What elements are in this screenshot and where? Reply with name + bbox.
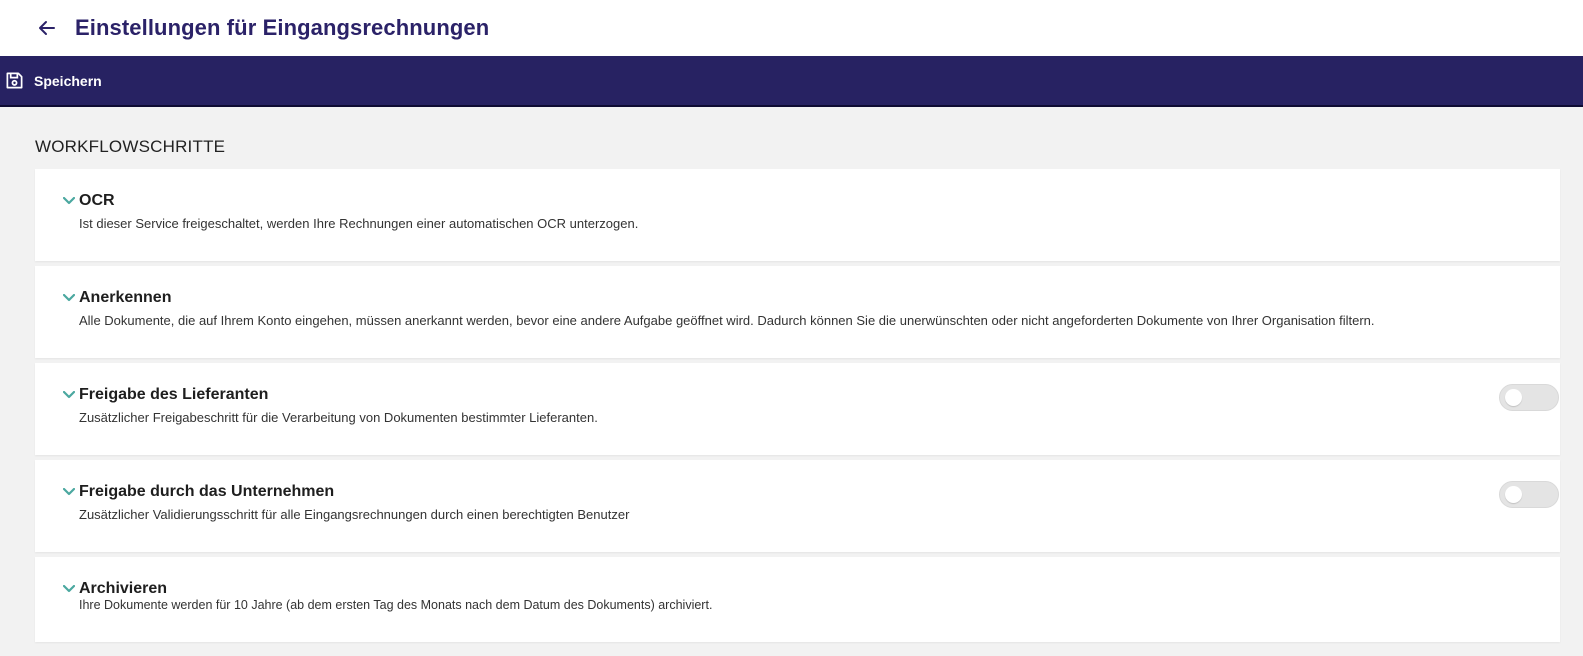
step-title: Freigabe durch das Unternehmen: [79, 483, 335, 500]
step-description: Zusätzlicher Freigabeschritt für die Ver…: [79, 410, 598, 425]
step-header-archivieren[interactable]: Archivieren: [35, 557, 1560, 598]
chevron-down-icon: [63, 195, 75, 207]
chevron-down-icon: [63, 486, 75, 498]
step-header-freigabe-lieferanten[interactable]: Freigabe des Lieferanten: [35, 363, 1560, 404]
step-description: Zusätzlicher Validierungsschritt für all…: [79, 507, 630, 522]
workflow-step-anerkennen: Anerkennen Alle Dokumente, die auf Ihrem…: [35, 266, 1560, 358]
step-header-ocr[interactable]: OCR: [35, 169, 1560, 210]
step-title: Archivieren: [79, 580, 168, 597]
save-button-label: Speichern: [34, 72, 102, 89]
back-button[interactable]: [36, 17, 58, 39]
workflow-step-freigabe-unternehmen: Freigabe durch das Unternehmen Zusätzlic…: [35, 460, 1560, 552]
page-header: Einstellungen für Eingangsrechnungen: [0, 0, 1583, 56]
step-header-anerkennen[interactable]: Anerkennen: [35, 266, 1560, 307]
toggle-freigabe-lieferanten[interactable]: [1499, 384, 1559, 411]
step-description: Ihre Dokumente werden für 10 Jahre (ab d…: [79, 598, 713, 612]
toggle-freigabe-unternehmen[interactable]: [1499, 481, 1559, 508]
chevron-down-icon: [63, 389, 75, 401]
step-title: Anerkennen: [79, 289, 172, 306]
step-description: Ist dieser Service freigeschaltet, werde…: [79, 216, 639, 231]
workflow-step-archivieren: Archivieren Ihre Dokumente werden für 10…: [35, 557, 1560, 642]
section-title: WORKFLOWSCHRITTE: [35, 137, 226, 156]
main-content: WORKFLOWSCHRITTE OCR Ist dieser Service …: [0, 137, 1583, 642]
toolbar: Speichern: [0, 56, 1583, 107]
workflow-step-ocr: OCR Ist dieser Service freigeschaltet, w…: [35, 169, 1560, 261]
step-description: Alle Dokumente, die auf Ihrem Konto eing…: [79, 313, 1375, 328]
step-title: OCR: [79, 192, 115, 209]
chevron-down-icon: [63, 583, 75, 595]
arrow-left-icon: [39, 21, 55, 35]
toggle-knob: [1505, 486, 1522, 503]
toggle-knob: [1505, 389, 1522, 406]
save-button[interactable]: Speichern: [4, 71, 102, 91]
floppy-disk-icon: [4, 71, 24, 91]
page-title: Einstellungen für Eingangsrechnungen: [75, 15, 490, 40]
workflow-step-freigabe-lieferanten: Freigabe des Lieferanten Zusätzlicher Fr…: [35, 363, 1560, 455]
chevron-down-icon: [63, 292, 75, 304]
step-header-freigabe-unternehmen[interactable]: Freigabe durch das Unternehmen: [35, 460, 1560, 501]
step-title: Freigabe des Lieferanten: [79, 386, 269, 403]
